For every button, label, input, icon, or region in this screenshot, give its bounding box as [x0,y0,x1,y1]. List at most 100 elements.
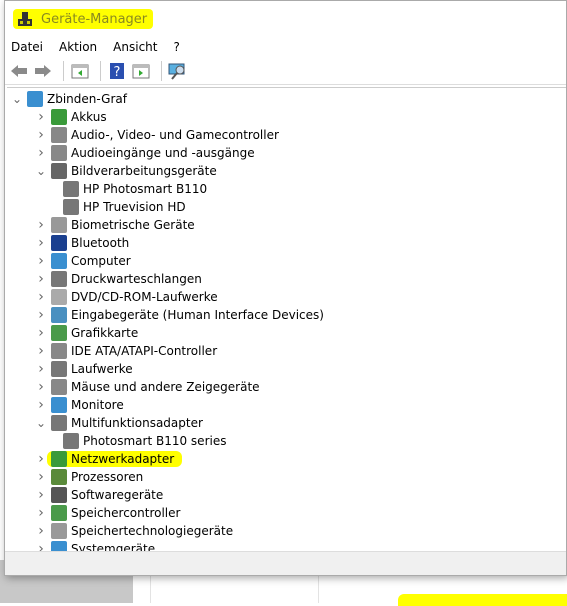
ide-controller-icon [51,343,67,359]
tree-item[interactable]: › Computer [35,252,131,270]
menu-datei[interactable]: Datei [11,40,43,54]
chevron-right-icon[interactable]: › [35,271,47,287]
camera-icon [63,199,79,215]
storage-controller-icon [51,505,67,521]
tree-item-label: DVD/CD-ROM-Laufwerke [71,290,218,304]
tree-item-label: Prozessoren [71,470,144,484]
tree-item[interactable]: › Netzwerkadapter [35,450,183,468]
window-title: Geräte-Manager [41,11,148,27]
help-button[interactable]: ? [107,61,127,81]
chevron-down-icon[interactable]: ⌄ [11,92,23,106]
chevron-right-icon[interactable]: › [35,451,47,467]
tree-item[interactable]: Photosmart B110 series [59,432,226,450]
chevron-right-icon[interactable]: › [35,127,47,143]
tree-item[interactable]: HP Truevision HD [59,198,186,216]
storage-tech-icon [51,523,67,539]
battery-icon [51,109,67,125]
tree-item[interactable]: HP Photosmart B110 [59,180,207,198]
update-icon [132,64,150,78]
tree-item[interactable]: ⌄ Multifunktionsadapter [35,414,203,432]
toolbar-divider [63,60,64,81]
scan-hardware-button[interactable] [168,61,188,81]
tree-item-label: Eingabegeräte (Human Interface Devices) [71,308,324,322]
tree-item[interactable]: › Druckwarteschlangen [35,270,202,288]
menu-help[interactable]: ? [173,40,179,54]
chevron-right-icon[interactable]: › [35,487,47,503]
back-button[interactable] [9,61,29,81]
tree-item-label: Druckwarteschlangen [71,272,202,286]
menu-ansicht[interactable]: Ansicht [113,40,157,54]
tree-item[interactable]: › Eingabegeräte (Human Interface Devices) [35,306,324,324]
forward-icon [35,64,51,77]
device-tree[interactable]: ⌄ Zbinden-Graf › Akkus › Audio-, Video- und G… [7,87,566,553]
chevron-right-icon[interactable]: › [35,361,47,377]
properties-button[interactable] [70,61,90,81]
menu-bar: Datei Aktion Ansicht ? [5,37,566,57]
chevron-right-icon[interactable]: › [35,235,47,251]
tree-item[interactable]: › Audioeingänge und -ausgänge [35,144,255,162]
highlight-mark: Netzwerkadapter [47,451,183,467]
tree-item-label: Speichertechnologiegeräte [71,524,234,538]
chevron-right-icon[interactable]: › [35,109,47,125]
chevron-right-icon[interactable]: › [35,469,47,485]
chevron-down-icon[interactable]: ⌄ [35,164,47,178]
tree-item[interactable]: ⌄ Bildverarbeitungsgeräte [35,162,217,180]
tree-item-label: Zbinden-Graf [47,92,127,106]
tree-item-label: HP Photosmart B110 [83,182,208,196]
tree-item[interactable]: › Laufwerke [35,360,133,378]
scanner-icon [63,181,79,197]
speaker-icon [51,145,67,161]
drive-icon [51,361,67,377]
update-button[interactable] [131,61,151,81]
tree-item-label: Bluetooth [71,236,130,250]
display-adapter-icon [51,325,67,341]
svg-text:?: ? [114,65,121,80]
toolbar: ? [5,57,566,85]
monitor-icon [51,253,67,269]
chevron-right-icon[interactable]: › [35,379,47,395]
chevron-right-icon[interactable]: › [35,523,47,539]
tree-item[interactable]: › IDE ATA/ATAPI-Controller [35,342,217,360]
printer-icon [63,433,79,449]
tree-item[interactable]: › Prozessoren [35,468,143,486]
network-adapter-icon [51,451,67,467]
tree-item[interactable]: › Mäuse und andere Zeigegeräte [35,378,260,396]
tree-item-label: Monitore [71,398,124,412]
tree-item[interactable]: › Audio-, Video- und Gamecontroller [35,126,279,144]
background-divider [318,575,319,603]
chevron-right-icon[interactable]: › [35,343,47,359]
forward-button[interactable] [33,61,53,81]
tree-item[interactable]: › Grafikkarte [35,324,138,342]
fingerprint-icon [51,217,67,233]
chevron-right-icon[interactable]: › [35,217,47,233]
chevron-right-icon[interactable]: › [35,325,47,341]
processor-icon [51,469,67,485]
chevron-right-icon[interactable]: › [35,505,47,521]
chevron-right-icon[interactable]: › [35,307,47,323]
tree-item[interactable]: › Akkus [35,108,107,126]
tree-item[interactable]: › Monitore [35,396,124,414]
bluetooth-icon [51,235,67,251]
tree-item[interactable]: › Bluetooth [35,234,129,252]
tree-item[interactable]: › Softwaregeräte [35,486,163,504]
chevron-down-icon[interactable]: ⌄ [35,416,47,430]
tree-item-label: Computer [71,254,131,268]
tree-item[interactable]: › Speichertechnologiegeräte [35,522,233,540]
chevron-right-icon[interactable]: › [35,289,47,305]
tree-item[interactable]: › Biometrische Geräte [35,216,195,234]
menu-aktion[interactable]: Aktion [59,40,97,54]
tree-item-label: HP Truevision HD [83,200,186,214]
chevron-right-icon[interactable]: › [35,253,47,269]
tree-item-label: Laufwerke [71,362,133,376]
tree-item[interactable]: › Speichercontroller [35,504,180,522]
tree-item[interactable]: › DVD/CD-ROM-Laufwerke [35,288,218,306]
chevron-right-icon[interactable]: › [35,145,47,161]
disc-icon [51,289,67,305]
tree-item-label: Mäuse und andere Zeigegeräte [71,380,260,394]
computer-icon [27,91,43,107]
tree-item-label: Bildverarbeitungsgeräte [71,164,217,178]
chevron-right-icon[interactable]: › [35,397,47,413]
scan-hardware-icon [168,63,185,80]
tree-item[interactable]: ⌄ Zbinden-Graf [11,90,127,108]
status-bar [5,551,566,575]
